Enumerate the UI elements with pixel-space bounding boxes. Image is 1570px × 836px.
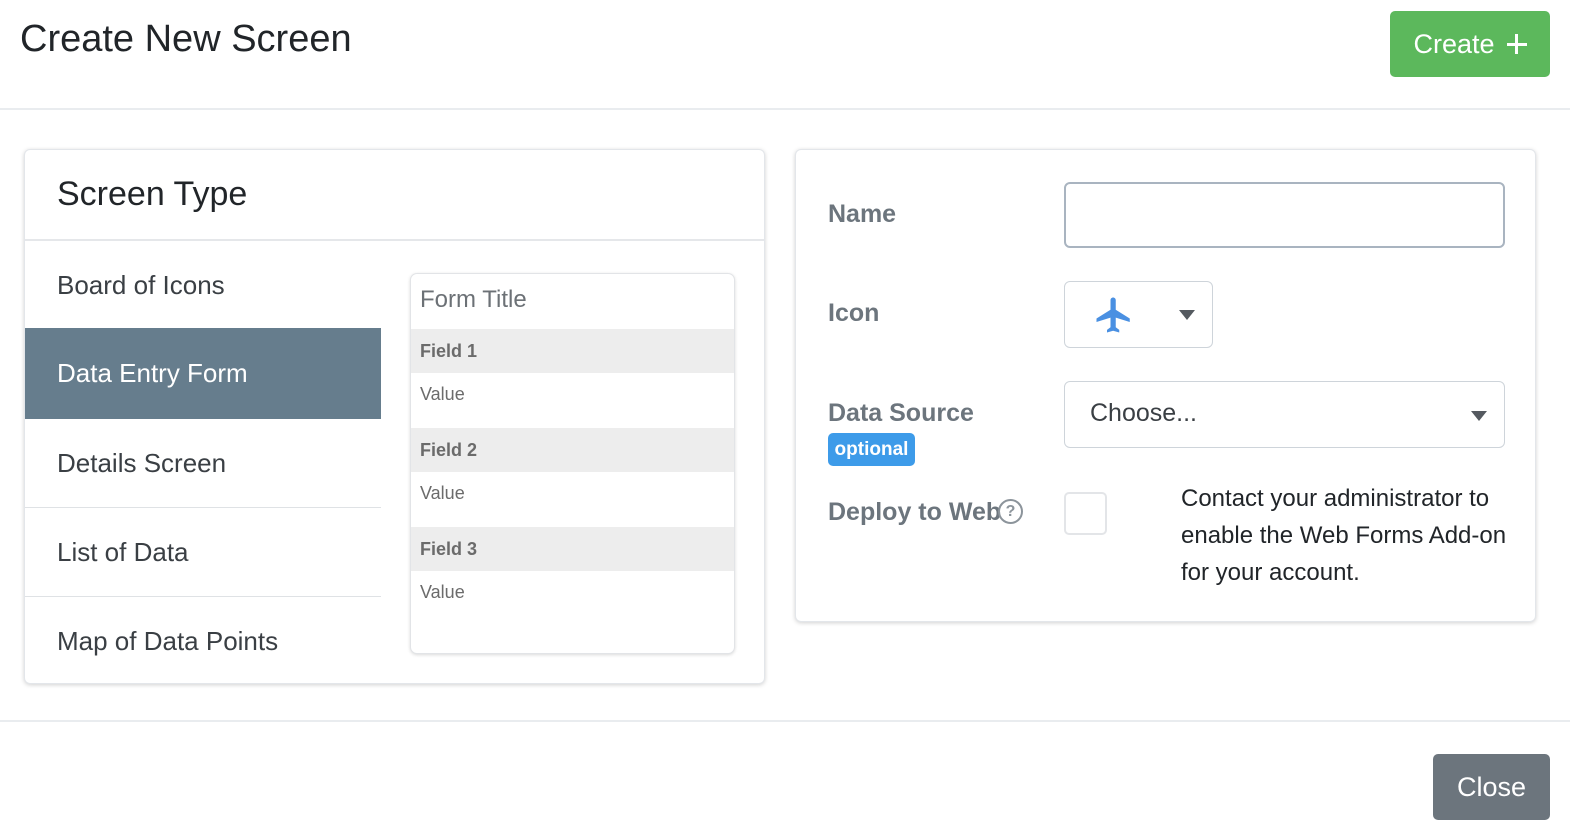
screen-type-details-screen[interactable]: Details Screen	[25, 419, 381, 508]
deploy-to-web-checkbox[interactable]	[1064, 492, 1107, 535]
data-source-select[interactable]: Choose...	[1064, 381, 1505, 448]
icon-select[interactable]	[1064, 281, 1213, 348]
deploy-to-web-label: Deploy to Web	[828, 498, 1002, 526]
create-button[interactable]: Create	[1390, 11, 1550, 77]
page-title: Create New Screen	[20, 18, 352, 60]
screen-type-data-entry-form[interactable]: Data Entry Form	[25, 328, 381, 419]
footer-divider	[0, 720, 1570, 722]
close-button-label: Close	[1456, 771, 1527, 802]
plus-icon	[1506, 34, 1527, 54]
deploy-to-web-note: Contact your administrator to enable the…	[1181, 485, 1507, 586]
screen-type-list-of-data[interactable]: List of Data	[25, 508, 381, 597]
airplane-icon	[1096, 297, 1130, 333]
create-button-label: Create	[1413, 28, 1495, 59]
data-source-selected-value: Choose...	[1090, 399, 1198, 427]
preview-form-title: Form Title	[420, 286, 527, 313]
screen-type-heading: Screen Type	[25, 150, 764, 241]
preview-field-value: Value	[420, 483, 465, 503]
screen-type-map-of-data-points[interactable]: Map of Data Points	[25, 597, 381, 686]
screen-type-panel: Screen Type Board of Icons Data Entry Fo…	[24, 149, 765, 684]
modal-header: Create New Screen Create	[0, 0, 1570, 110]
question-circle-icon[interactable]: ?	[998, 499, 1023, 524]
screen-type-label: List of Data	[57, 536, 189, 567]
form-preview: Form Title Field 1 Value Field 2 Value F…	[410, 273, 735, 654]
screen-type-label: Board of Icons	[57, 270, 225, 300]
preview-field-label: Field 2	[411, 428, 734, 472]
preview-field-value: Value	[420, 384, 465, 404]
screen-settings-panel: Name Icon Data Source optional Choose...…	[795, 149, 1536, 622]
chevron-down-icon	[1471, 411, 1487, 421]
screen-type-label: Details Screen	[57, 447, 227, 478]
close-button[interactable]: Close	[1433, 754, 1550, 820]
screen-type-board-of-icons[interactable]: Board of Icons	[25, 241, 381, 330]
preview-field-label: Field 1	[411, 329, 734, 373]
data-source-label: Data Source	[828, 399, 974, 427]
optional-badge: optional	[828, 433, 915, 466]
icon-label: Icon	[828, 299, 880, 327]
name-input[interactable]	[1064, 182, 1505, 248]
screen-type-label: Map of Data Points	[57, 626, 279, 656]
preview-field-label: Field 3	[411, 527, 734, 571]
chevron-down-icon	[1179, 310, 1195, 320]
preview-field-value: Value	[420, 582, 465, 602]
screen-type-title: Screen Type	[57, 175, 248, 213]
screen-type-label: Data Entry Form	[57, 358, 248, 388]
name-label: Name	[828, 200, 897, 228]
